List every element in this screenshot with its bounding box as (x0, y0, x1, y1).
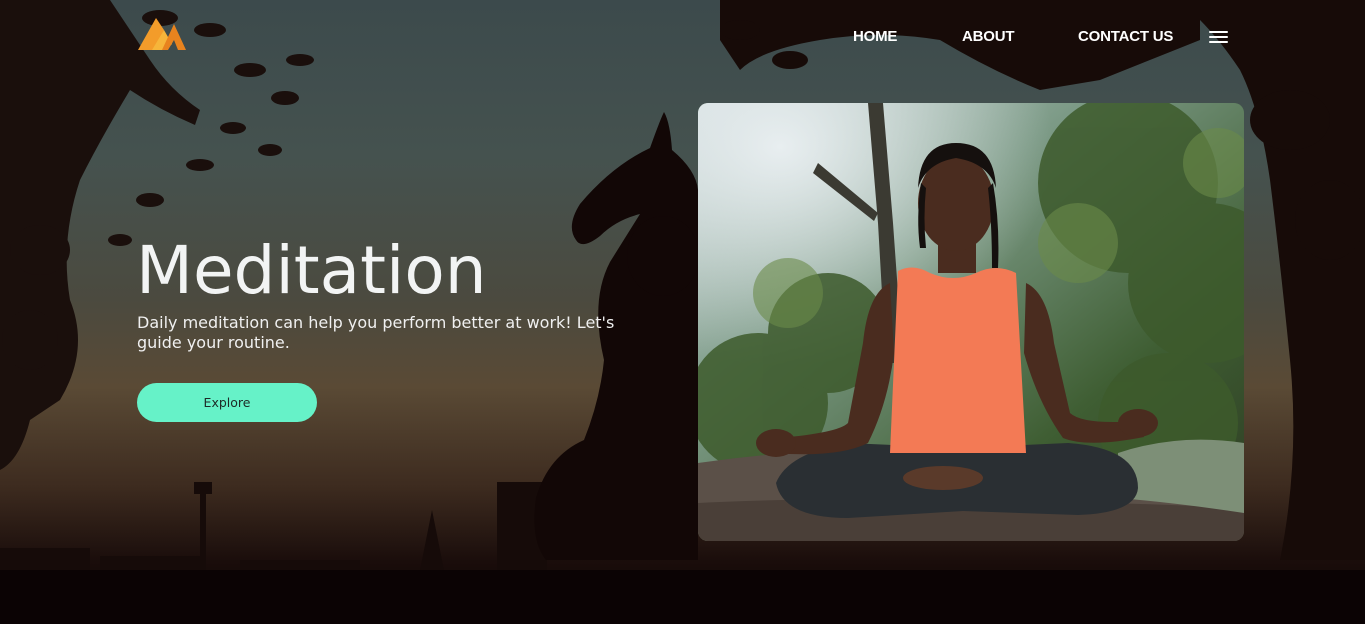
hamburger-menu-icon[interactable] (1209, 31, 1229, 45)
meditation-photo-illustration (698, 103, 1244, 541)
explore-button[interactable]: Explore (137, 383, 317, 422)
ground-strip (0, 570, 1365, 624)
nav-link-home[interactable]: HOME (853, 28, 897, 45)
hero-subtitle: Daily meditation can help you perform be… (137, 313, 615, 352)
menu-bar-middle (1209, 36, 1228, 38)
menu-bar-top (1209, 31, 1228, 33)
nav-link-contact-us[interactable]: CONTACT US (1078, 28, 1173, 45)
meditation-photo (698, 103, 1244, 541)
menu-bar-bottom (1209, 41, 1228, 43)
top-navigation: HOME ABOUT CONTACT US (0, 26, 1365, 50)
nav-link-about[interactable]: ABOUT (962, 28, 1015, 45)
hero-title: Meditation (136, 232, 487, 309)
